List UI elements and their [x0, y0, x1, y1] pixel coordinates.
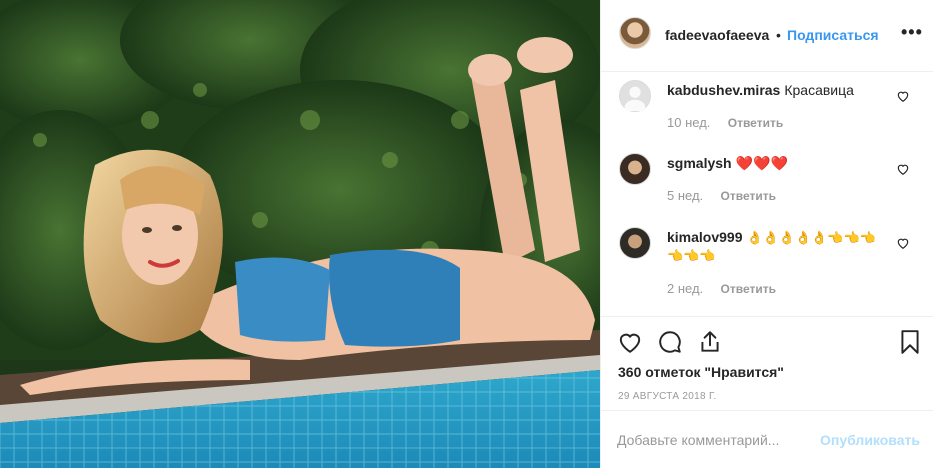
heart-icon[interactable]: [896, 236, 910, 250]
post-header: fadeevaofaeeva • Подписаться •••: [601, 0, 933, 72]
comment-body: ❤️❤️❤️: [735, 155, 788, 171]
comment-time[interactable]: 10 нед.: [667, 115, 710, 130]
avatar[interactable]: [619, 227, 651, 259]
heart-icon[interactable]: [896, 162, 910, 176]
reply-button[interactable]: Ответить: [721, 282, 776, 296]
comment-time[interactable]: 5 нед.: [667, 188, 703, 203]
comment-username[interactable]: kabdushev.miras: [667, 82, 780, 98]
comment-username[interactable]: kimalov999: [667, 229, 743, 245]
post-comment-button[interactable]: Опубликовать: [820, 432, 920, 448]
comment-text: kabdushev.miras Красавица: [667, 81, 887, 99]
comment-time[interactable]: 2 нед.: [667, 281, 703, 296]
default-avatar-icon: [624, 86, 646, 115]
comment-body: Красавица: [784, 82, 854, 98]
likes-count[interactable]: 360 отметок "Нравится": [618, 364, 784, 380]
comment-input[interactable]: [617, 428, 807, 452]
post-side-panel: fadeevaofaeeva • Подписаться ••• kabdush…: [600, 0, 933, 468]
more-icon[interactable]: •••: [901, 22, 923, 43]
post-date[interactable]: 29 АВГУСТА 2018 Г.: [618, 391, 717, 402]
reply-button[interactable]: Ответить: [728, 116, 783, 130]
reply-button[interactable]: Ответить: [721, 189, 776, 203]
comment-text: kimalov999 👌👌👌👌👌👈👈👈👈👈👈: [667, 228, 887, 265]
post-photo-illustration: [0, 0, 600, 468]
comment-meta: 5 нед. Ответить: [667, 188, 776, 203]
heart-icon[interactable]: [896, 89, 910, 103]
author-username[interactable]: fadeevaofaeeva: [665, 27, 769, 43]
comment-meta: 2 нед. Ответить: [667, 281, 776, 296]
like-heart-icon[interactable]: [617, 329, 643, 355]
comment-text: sgmalysh ❤️❤️❤️: [667, 154, 887, 172]
author-avatar[interactable]: [619, 17, 651, 49]
comment-username[interactable]: sgmalysh: [667, 155, 732, 171]
avatar[interactable]: [619, 153, 651, 185]
follow-button[interactable]: Подписаться: [787, 27, 879, 43]
share-icon[interactable]: [697, 329, 723, 355]
avatar[interactable]: [619, 80, 651, 115]
comment-meta: 10 нед. Ответить: [667, 115, 783, 130]
bookmark-icon[interactable]: [897, 329, 923, 355]
header-separator: •: [776, 27, 781, 43]
post-photo[interactable]: [0, 0, 600, 468]
add-comment-bar: Опубликовать: [601, 410, 933, 468]
comment-bubble-icon[interactable]: [657, 329, 683, 355]
comments-list[interactable]: kabdushev.miras Красавица 10 нед. Ответит…: [601, 73, 933, 316]
